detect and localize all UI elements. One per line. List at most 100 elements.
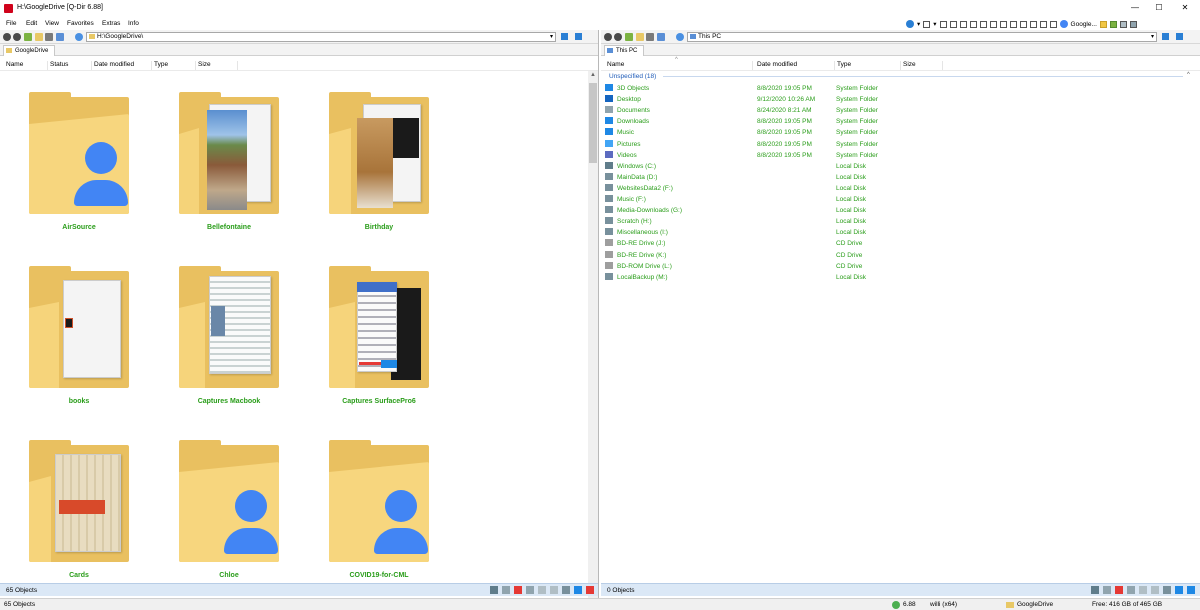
list-item[interactable]: Videos 8/8/2020 19:05 PM System Folder — [605, 150, 1185, 161]
up-icon[interactable] — [625, 33, 633, 41]
forward-icon[interactable] — [13, 33, 21, 41]
view-toggle-icon[interactable] — [561, 33, 568, 40]
list-item[interactable]: Media-Downloads (G:) Local Disk — [605, 205, 1185, 216]
list-item[interactable]: 3D Objects 8/8/2020 19:05 PM System Folder — [605, 83, 1185, 94]
views-menu-icon[interactable] — [56, 33, 64, 41]
left-address-input[interactable]: H:\GoogleDrive\ ▾ — [86, 32, 556, 42]
menu-info[interactable]: Info — [128, 20, 139, 27]
collapse-icon[interactable]: ^ — [1187, 72, 1190, 78]
refresh-icon[interactable] — [75, 33, 83, 41]
list-item[interactable]: LocalBackup (M:) Local Disk — [605, 272, 1185, 283]
properties-icon[interactable] — [562, 586, 570, 594]
paste-icon[interactable] — [1151, 586, 1159, 594]
layout-7-icon[interactable] — [999, 20, 1007, 28]
maximize-button[interactable]: ☐ — [1152, 2, 1166, 14]
pin-icon[interactable] — [1187, 586, 1195, 594]
arrow-icon[interactable] — [1109, 20, 1117, 28]
menu-favorites[interactable]: Favorites — [67, 20, 94, 27]
close-button[interactable]: ✕ — [1178, 2, 1192, 14]
folder-item-captures-macbook[interactable]: Captures Macbook — [179, 266, 309, 416]
menu-file[interactable]: File — [6, 20, 16, 27]
list-item[interactable]: BD-ROM Drive (L:) CD Drive — [605, 261, 1185, 272]
paste-icon[interactable] — [550, 586, 558, 594]
mail-icon[interactable] — [1103, 586, 1111, 594]
back-icon[interactable] — [604, 33, 612, 41]
folder-item-birthday[interactable]: Birthday — [329, 92, 459, 242]
filter-icon[interactable] — [490, 586, 498, 594]
cut-icon[interactable] — [1127, 586, 1135, 594]
view-toggle-icon[interactable] — [1162, 33, 1169, 40]
list-item[interactable]: Scratch (H:) Local Disk — [605, 216, 1185, 227]
filter-icon[interactable] — [1091, 586, 1099, 594]
chevron-down-icon[interactable]: ▾ — [550, 33, 553, 41]
list-item[interactable]: MainData (D:) Local Disk — [605, 172, 1185, 183]
column-header-size[interactable]: Size — [903, 61, 943, 70]
edit-icon[interactable] — [1175, 586, 1183, 594]
column-header-type[interactable]: Type — [837, 61, 901, 70]
folder-item-chloe[interactable]: Chloe — [179, 440, 309, 590]
list-item[interactable]: Miscellaneous (I:) Local Disk — [605, 227, 1185, 238]
list-item[interactable]: Documents 8/24/2020 8:21 AM System Folder — [605, 105, 1185, 116]
scroll-thumb[interactable] — [589, 83, 597, 163]
layout-12-icon[interactable] — [1049, 20, 1057, 28]
copy-icon[interactable] — [538, 586, 546, 594]
folder-icon[interactable] — [1099, 20, 1107, 28]
tab-this-pc[interactable]: This PC — [604, 45, 645, 56]
list-item[interactable]: Music 8/8/2020 19:05 PM System Folder — [605, 127, 1185, 138]
left-vertical-scrollbar[interactable]: ▲ ▼ — [588, 71, 598, 610]
close-pane-icon[interactable] — [586, 586, 594, 594]
group-header[interactable]: Unspecified (18) — [609, 73, 656, 80]
layout-3-icon[interactable] — [959, 20, 967, 28]
folder-item-airsource[interactable]: AirSource — [29, 92, 159, 242]
google-search-label[interactable]: Google... — [1071, 21, 1097, 28]
folder-item-covid19-for-cml[interactable]: COVID19-for-CML — [329, 440, 459, 590]
google-icon[interactable] — [1059, 20, 1068, 28]
views-menu-icon[interactable] — [657, 33, 665, 41]
list-item[interactable]: Windows (C:) Local Disk — [605, 161, 1185, 172]
layout-9-icon[interactable] — [1019, 20, 1027, 28]
folder-item-captures-surfacepro6[interactable]: Captures SurfacePro6 — [329, 266, 459, 416]
column-header-size[interactable]: Size — [198, 61, 238, 70]
column-header-date[interactable]: Date modified — [757, 61, 835, 70]
column-header-type[interactable]: Type — [154, 61, 196, 70]
help-icon[interactable] — [1129, 20, 1137, 28]
copy-icon[interactable] — [1139, 586, 1147, 594]
scroll-up-icon[interactable]: ▲ — [590, 72, 596, 78]
list-item[interactable]: BD-RE Drive (K:) CD Drive — [605, 250, 1185, 261]
properties-icon[interactable] — [1163, 586, 1171, 594]
column-header-date[interactable]: Date modified — [94, 61, 152, 70]
layout-grid-icon[interactable] — [923, 20, 931, 28]
menu-extras[interactable]: Extras — [102, 20, 120, 27]
list-item[interactable]: BD-RE Drive (J:) CD Drive — [605, 238, 1185, 249]
layout-5-icon[interactable] — [979, 20, 987, 28]
folder-item-bellefontaine[interactable]: Bellefontaine — [179, 92, 309, 242]
folder-item-books[interactable]: books — [29, 266, 159, 416]
list-item[interactable]: Downloads 8/8/2020 19:05 PM System Folder — [605, 116, 1185, 127]
column-header-name[interactable]: Name — [6, 61, 48, 70]
menu-view[interactable]: View — [45, 20, 59, 27]
layout-6-icon[interactable] — [989, 20, 997, 28]
folder-item-cards[interactable]: Cards — [29, 440, 159, 590]
chevron-down-icon[interactable]: ▾ — [933, 20, 936, 28]
layout-1-icon[interactable] — [939, 20, 947, 28]
column-header-name[interactable]: Name — [607, 61, 753, 70]
layout-2-icon[interactable] — [949, 20, 957, 28]
chevron-down-icon[interactable]: ▾ — [917, 20, 920, 28]
layout-8-icon[interactable] — [1009, 20, 1017, 28]
minimize-button[interactable]: — — [1128, 2, 1142, 14]
folder-icon[interactable] — [35, 33, 43, 41]
list-item[interactable]: WebsitesData2 (F:) Local Disk — [605, 183, 1185, 194]
up-icon[interactable] — [24, 33, 32, 41]
column-header-status[interactable]: Status — [50, 61, 92, 70]
layout-4-icon[interactable] — [969, 20, 977, 28]
view-toggle-icon[interactable] — [1176, 33, 1183, 40]
tab-googledrive[interactable]: GoogleDrive — [3, 45, 56, 56]
edit-icon[interactable] — [574, 586, 582, 594]
chevron-down-icon[interactable]: ▾ — [1151, 33, 1154, 41]
delete-icon[interactable] — [1115, 586, 1123, 594]
mail-icon[interactable] — [502, 586, 510, 594]
settings-icon[interactable] — [1119, 20, 1127, 28]
right-address-input[interactable]: This PC ▾ — [687, 32, 1157, 42]
back-icon[interactable] — [3, 33, 11, 41]
globe-icon[interactable] — [906, 20, 914, 28]
